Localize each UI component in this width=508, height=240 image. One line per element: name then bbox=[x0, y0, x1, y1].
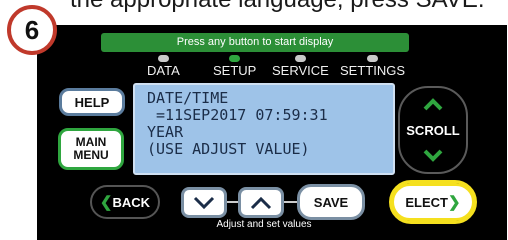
chevron-up-icon bbox=[250, 196, 272, 209]
tab-indicator-dot bbox=[367, 55, 378, 62]
instruction-text: the appropriate language, press SAVE. bbox=[70, 0, 485, 14]
connector-line bbox=[227, 201, 238, 203]
tab-indicator-dot bbox=[294, 55, 306, 62]
help-button[interactable]: HELP bbox=[59, 88, 125, 116]
tab-indicator-dot bbox=[157, 55, 169, 62]
chevron-up-icon[interactable] bbox=[422, 96, 444, 112]
select-button[interactable]: ELECT ❯ bbox=[391, 183, 475, 221]
tab-indicator-dot-active bbox=[229, 55, 241, 62]
chevron-left-icon: ❮ bbox=[99, 194, 113, 211]
back-button[interactable]: ❮ BACK bbox=[90, 185, 160, 219]
adjust-down-button[interactable] bbox=[181, 187, 227, 218]
tab-settings[interactable]: SETTINGS bbox=[340, 55, 405, 78]
screen-line-1: DATE/TIME bbox=[147, 89, 229, 107]
start-display-banner: Press any button to start display bbox=[101, 33, 409, 52]
tab-data[interactable]: DATA bbox=[147, 55, 180, 78]
screen-line-4: (USE ADJUST VALUE) bbox=[147, 140, 310, 158]
screen-line-2: =11SEP2017 07:59:31 bbox=[147, 106, 328, 124]
save-button[interactable]: SAVE bbox=[297, 184, 365, 220]
adjust-up-button[interactable] bbox=[238, 187, 284, 218]
connector-line bbox=[284, 201, 297, 203]
step-badge: 6 bbox=[7, 5, 57, 55]
chevron-down-icon bbox=[193, 196, 215, 209]
tab-service[interactable]: SERVICE bbox=[272, 55, 329, 78]
main-menu-button[interactable]: MAIN MENU bbox=[58, 128, 124, 170]
adjust-caption: Adjust and set values bbox=[216, 219, 312, 230]
scroll-button[interactable]: SCROLL bbox=[398, 86, 468, 174]
screen-line-3: YEAR bbox=[147, 123, 184, 141]
tab-setup[interactable]: SETUP bbox=[213, 55, 256, 78]
lcd-screen: DATE/TIME =11SEP2017 07:59:31 YEAR (USE … bbox=[133, 83, 395, 175]
chevron-down-icon[interactable] bbox=[422, 148, 444, 164]
chevron-right-icon: ❯ bbox=[448, 194, 461, 211]
